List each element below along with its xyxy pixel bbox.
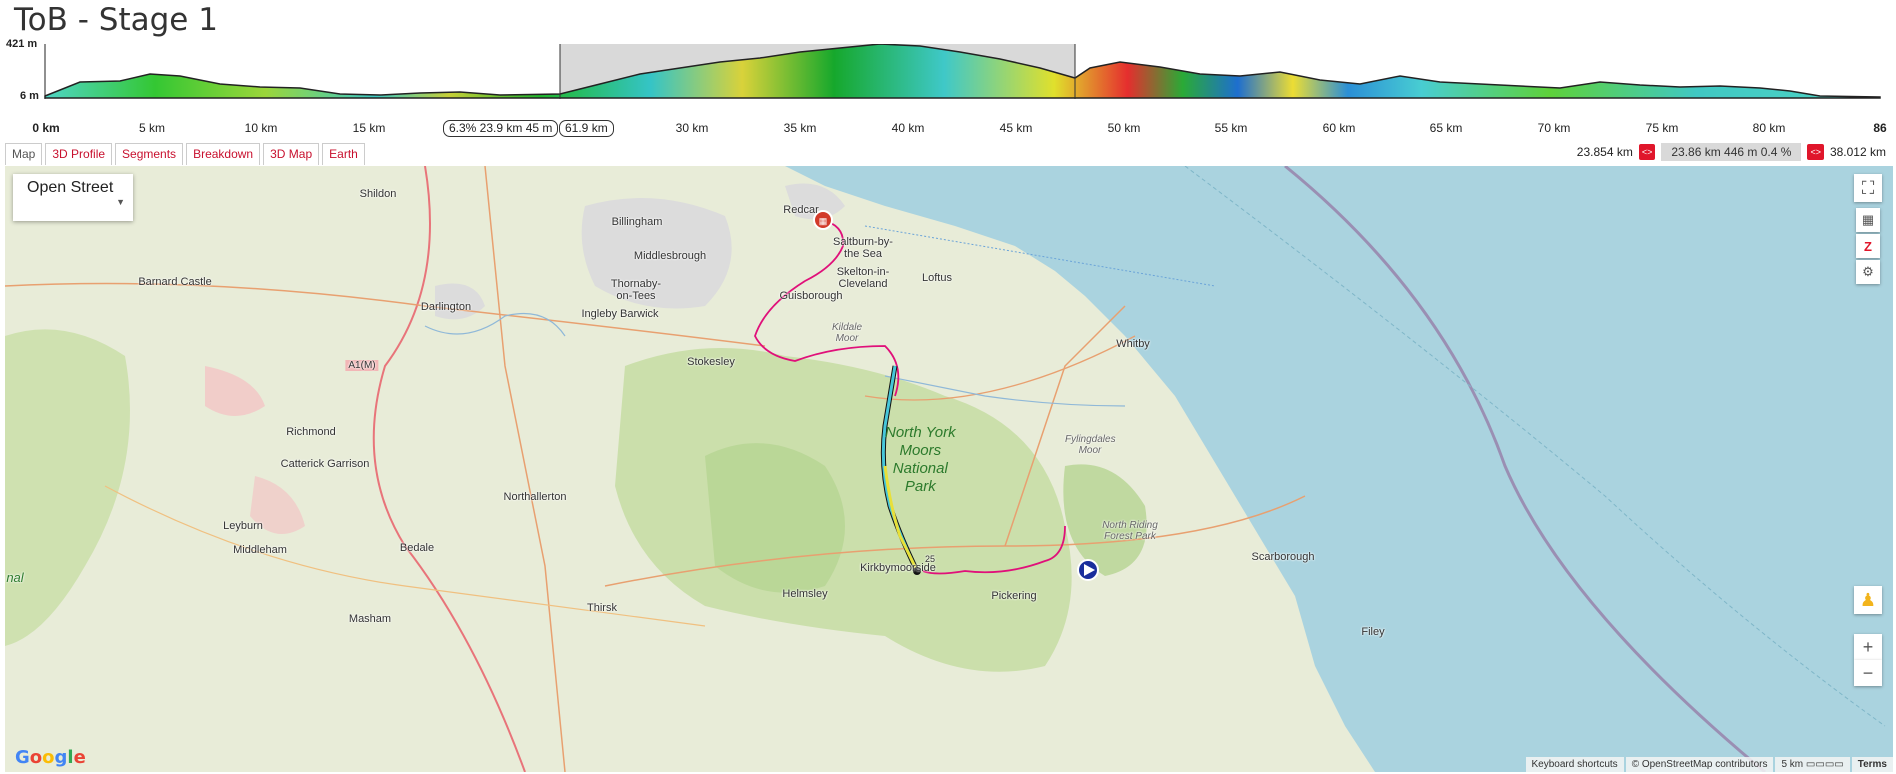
km-tick: 70 km: [1537, 121, 1571, 135]
km-tick: 80 km: [1752, 121, 1786, 135]
town-label: Pickering: [991, 590, 1037, 602]
km-tick: 60 km: [1322, 121, 1356, 135]
tab-segments[interactable]: Segments: [115, 143, 184, 165]
scale-bar: 5 km ▭▭▭▭: [1775, 757, 1850, 772]
selection-summary: 23.86 km 446 m 0.4 %: [1661, 143, 1802, 161]
town-label: Stokesley: [687, 356, 735, 368]
town-label: Middleham: [233, 544, 287, 556]
plus-icon: +: [1862, 636, 1874, 657]
km-tick: 15 km: [352, 121, 386, 135]
minus-icon: −: [1862, 662, 1874, 683]
km-tick: 5 km: [138, 121, 166, 135]
town-label: Kildale Moor: [831, 322, 863, 344]
chevron-down-icon: ▼: [116, 197, 125, 207]
town-label: Shildon: [359, 188, 397, 200]
tab-breakdown[interactable]: Breakdown: [186, 143, 261, 165]
selection-end-km: 38.012 km: [1829, 145, 1886, 159]
town-label: Skelton-in-Cleveland: [836, 266, 890, 290]
town-label: Leyburn: [223, 520, 263, 532]
map-type-select[interactable]: Open Street ▼: [13, 174, 133, 221]
osm-attribution: © OpenStreetMap contributors: [1625, 757, 1774, 772]
selection-stats: 23.854 km <> 23.86 km 446 m 0.4 % <> 38.…: [1577, 143, 1886, 161]
town-label: Redcar: [783, 204, 819, 216]
keyboard-shortcuts-link[interactable]: Keyboard shortcuts: [1525, 757, 1624, 772]
next-segment-button[interactable]: <>: [1807, 144, 1824, 160]
town-label: Filey: [1361, 626, 1385, 638]
park-label-partial: nal: [6, 570, 24, 585]
km-tick: 0 km: [32, 121, 60, 135]
park-label: North York Moors National Park: [885, 424, 956, 495]
town-label: Scarborough: [1251, 551, 1315, 563]
zoom-out-button[interactable]: −: [1854, 660, 1882, 686]
km-tick: 45 km: [999, 121, 1033, 135]
view-tabs: Map 3D Profile Segments Breakdown 3D Map…: [5, 143, 365, 165]
town-label: Helmsley: [782, 588, 828, 600]
zoom-in-button[interactable]: +: [1854, 634, 1882, 660]
fullscreen-button[interactable]: ⛶: [1854, 174, 1882, 202]
town-label: Whitby: [1116, 338, 1150, 350]
town-label: Bedale: [399, 542, 435, 554]
map-canvas[interactable]: ▦ North York Moors National Park Shildon B…: [5, 166, 1893, 772]
km-tick: 75 km: [1645, 121, 1679, 135]
elevation-chart[interactable]: [0, 44, 1896, 140]
km-tick: 50 km: [1107, 121, 1141, 135]
tab-3d-profile[interactable]: 3D Profile: [45, 143, 113, 165]
route-marker-label: 25: [924, 554, 936, 564]
settings-button[interactable]: ⚙: [1856, 260, 1880, 284]
elevation-max-label: 421 m: [6, 38, 38, 50]
elevation-min-label: 6 m: [20, 90, 39, 102]
fullscreen-icon: ⛶: [1861, 177, 1875, 198]
tab-map[interactable]: Map: [5, 143, 43, 165]
town-label: Richmond: [286, 426, 336, 438]
google-logo[interactable]: Google: [15, 747, 86, 768]
town-label: Billingham: [611, 216, 663, 228]
town-label: Guisborough: [779, 290, 843, 302]
terms-link[interactable]: Terms: [1851, 757, 1893, 772]
selection-start-km: 23.854 km: [1576, 145, 1633, 159]
town-label: Loftus: [922, 272, 952, 284]
street-view-pegman[interactable]: ♟: [1854, 586, 1882, 614]
road-shield: A1(M): [345, 360, 379, 371]
grid-icon: ▦: [1861, 212, 1875, 227]
town-label: Darlington: [420, 301, 472, 313]
town-label: North Riding Forest Park: [1102, 520, 1158, 542]
km-tick: 30 km: [675, 121, 709, 135]
town-label: Thornaby-on-Tees: [610, 278, 662, 302]
town-label: Saltburn-by-the Sea: [833, 236, 893, 260]
town-label: Fylingdales Moor: [1065, 434, 1116, 456]
town-label: Masham: [348, 613, 392, 625]
map-attribution: Keyboard shortcuts © OpenStreetMap contr…: [1525, 757, 1893, 772]
pegman-icon: ♟: [1859, 589, 1877, 610]
selection-start-info[interactable]: 6.3% 23.9 km 45 m: [443, 120, 559, 137]
gear-icon: ⚙: [1862, 264, 1874, 279]
tab-earth[interactable]: Earth: [322, 143, 365, 165]
town-label: Catterick Garrison: [280, 458, 370, 470]
town-label: Thirsk: [587, 602, 617, 614]
town-label: Northallerton: [503, 491, 567, 503]
km-tick: 86: [1873, 121, 1887, 135]
km-tick: 55 km: [1214, 121, 1248, 135]
town-label: Ingleby Barwick: [581, 308, 659, 320]
svg-text:▦: ▦: [819, 216, 828, 226]
zwift-button[interactable]: Z: [1856, 234, 1880, 258]
page-title: ToB - Stage 1: [14, 2, 218, 38]
selection-end-info[interactable]: 61.9 km: [559, 120, 614, 137]
km-tick: 35 km: [783, 121, 817, 135]
grid-button[interactable]: ▦: [1856, 208, 1880, 232]
scale-label: 5 km: [1781, 759, 1804, 770]
prev-segment-button[interactable]: <>: [1638, 144, 1656, 160]
map-type-label: Open Street: [27, 179, 114, 196]
tab-3d-map[interactable]: 3D Map: [263, 143, 320, 165]
km-tick: 65 km: [1429, 121, 1463, 135]
town-label: Barnard Castle: [138, 276, 212, 288]
z-logo-icon: Z: [1864, 238, 1872, 254]
km-tick: 10 km: [244, 121, 278, 135]
km-tick: 40 km: [891, 121, 925, 135]
town-label: Middlesbrough: [633, 250, 707, 262]
elevation-profile[interactable]: 421 m 6 m: [0, 38, 1896, 140]
